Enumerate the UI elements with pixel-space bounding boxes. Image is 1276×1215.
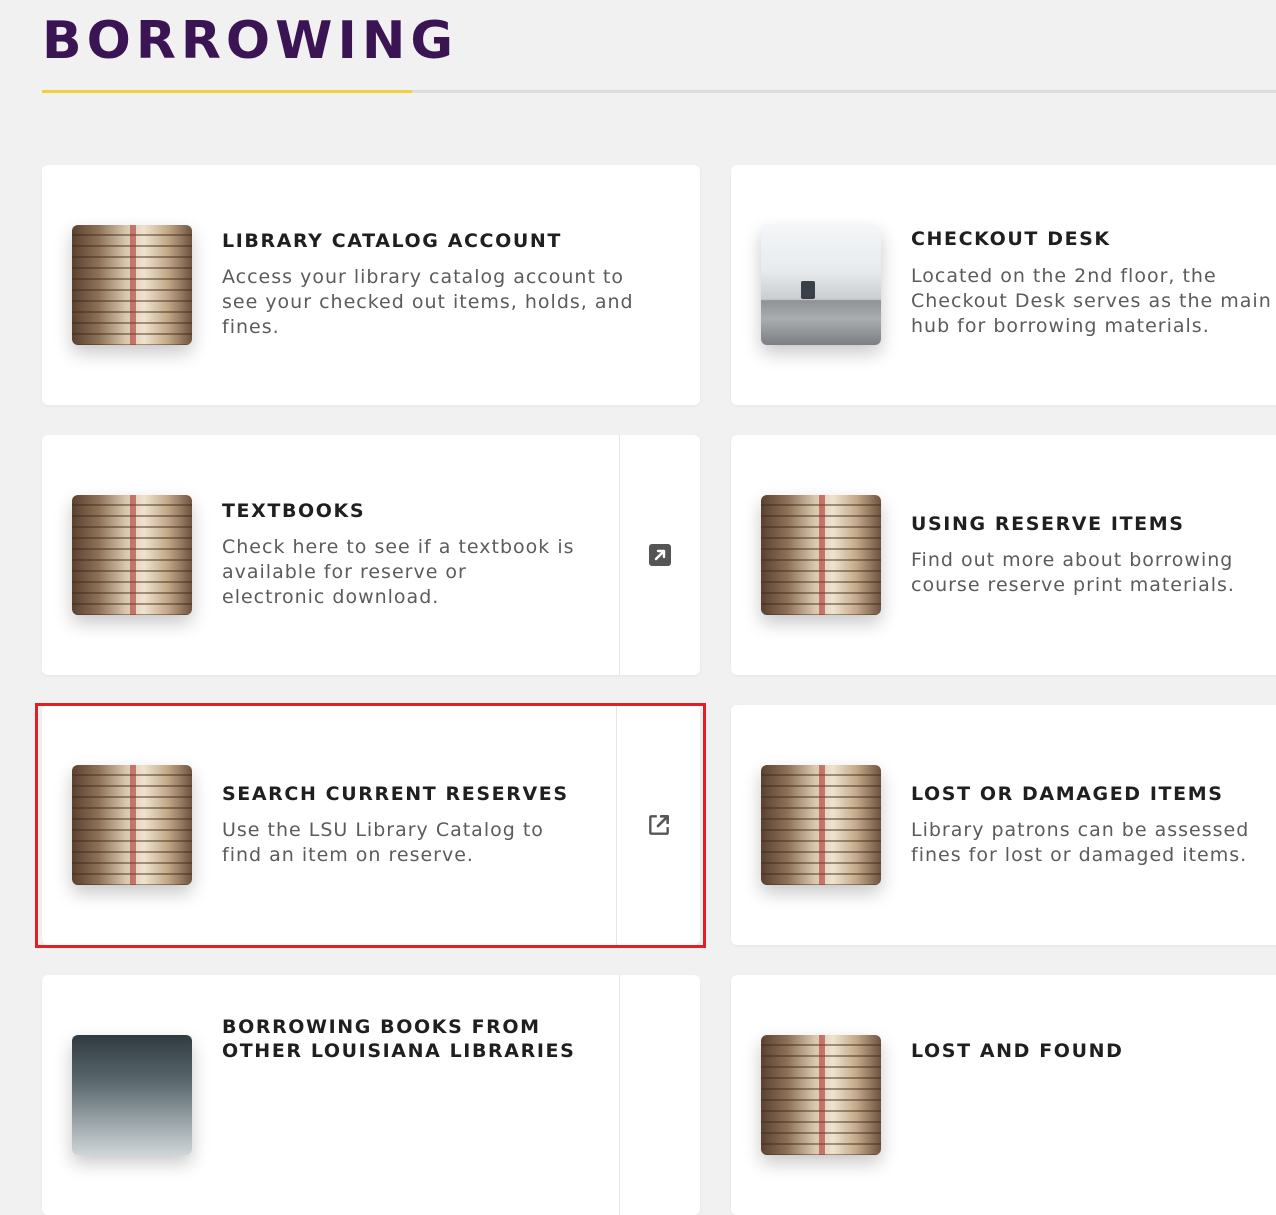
card-description: Use the LSU Library Catalog to find an i…	[222, 819, 544, 866]
books-image	[72, 765, 192, 885]
external-link-icon[interactable]	[648, 543, 674, 569]
card-borrowing-other-louisiana-libraries[interactable]: BORROWING BOOKS FROM OTHER LOUISIANA LIB…	[42, 975, 700, 1215]
books-image	[761, 495, 881, 615]
library-shelves-image	[72, 1035, 192, 1155]
checkout-desk-image	[761, 225, 881, 345]
card-description: Located on the 2nd floor, the Checkout D…	[911, 265, 1272, 337]
page-title: BORROWING	[42, 11, 459, 71]
card-title: LOST AND FOUND	[911, 1040, 1124, 1062]
card-divider	[619, 975, 620, 1215]
card-divider	[619, 435, 620, 675]
card-title: LOST OR DAMAGED ITEMS	[911, 783, 1224, 805]
card-title: USING RESERVE ITEMS	[911, 513, 1185, 535]
card-title: BORROWING BOOKS FROM OTHER LOUISIANA LIB…	[222, 1016, 576, 1062]
card-title: SEARCH CURRENT RESERVES	[222, 783, 569, 805]
card-title: LIBRARY CATALOG ACCOUNT	[222, 230, 562, 252]
card-search-current-reserves[interactable]: SEARCH CURRENT RESERVES Use the LSU Libr…	[42, 705, 700, 945]
card-description: Check here to see if a textbook is avail…	[222, 536, 575, 608]
card-description: Find out more about borrowing course res…	[911, 549, 1235, 596]
books-image	[72, 495, 192, 615]
card-title: TEXTBOOKS	[222, 500, 366, 522]
books-image	[72, 225, 192, 345]
card-description: Library patrons can be assessed fines fo…	[911, 819, 1250, 866]
card-textbooks[interactable]: TEXTBOOKS Check here to see if a textboo…	[42, 435, 700, 675]
card-using-reserve-items[interactable]: USING RESERVE ITEMS Find out more about …	[731, 435, 1276, 675]
card-divider	[616, 705, 617, 945]
card-lost-and-found[interactable]: LOST AND FOUND	[731, 975, 1276, 1215]
card-description: Access your library catalog account to s…	[222, 266, 634, 338]
card-checkout-desk[interactable]: CHECKOUT DESK Located on the 2nd floor, …	[731, 165, 1276, 405]
books-image	[761, 765, 881, 885]
card-library-catalog-account[interactable]: LIBRARY CATALOG ACCOUNT Access your libr…	[42, 165, 700, 405]
card-lost-or-damaged-items[interactable]: LOST OR DAMAGED ITEMS Library patrons ca…	[731, 705, 1276, 945]
card-title: CHECKOUT DESK	[911, 228, 1111, 250]
external-link-icon[interactable]	[646, 812, 672, 838]
books-image	[761, 1035, 881, 1155]
title-accent-bar	[42, 90, 412, 93]
